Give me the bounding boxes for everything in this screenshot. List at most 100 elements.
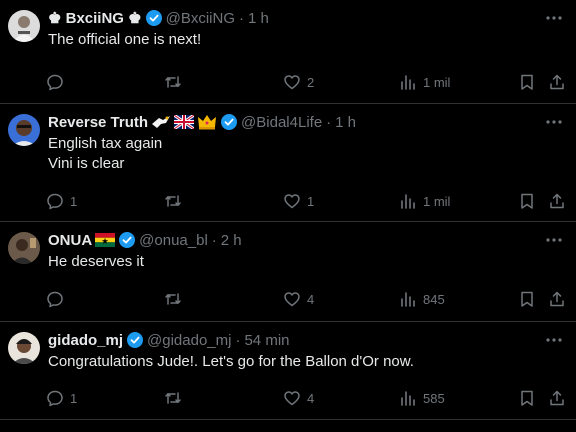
- eagle-emoji-icon: [151, 114, 171, 130]
- tweet-line: Congratulations Jude!. Let's go for the …: [48, 353, 414, 370]
- retweet-button[interactable]: [164, 72, 188, 92]
- separator-dot: ·: [239, 9, 244, 27]
- union-jack-flag-icon: [174, 115, 195, 129]
- heart-icon: [284, 292, 300, 307]
- display-name[interactable]: Reverse Truth: [48, 114, 148, 131]
- verified-badge-icon: [119, 232, 136, 248]
- reply-button[interactable]: 1: [46, 388, 77, 408]
- user-handle[interactable]: @onua_bl: [139, 232, 208, 249]
- retweet-icon: [165, 76, 181, 88]
- share-icon: [550, 390, 564, 406]
- avatar[interactable]: [8, 10, 40, 42]
- like-button[interactable]: 4: [283, 388, 314, 408]
- like-button[interactable]: 2: [283, 72, 314, 92]
- bookmark-icon: [521, 390, 533, 406]
- views-chart-icon: [401, 292, 415, 307]
- share-icon: [550, 193, 564, 209]
- action-bar: 4 845: [46, 289, 566, 309]
- view-count: 845: [423, 291, 445, 307]
- bookmark-icon: [521, 291, 533, 307]
- retweet-button[interactable]: [164, 289, 188, 309]
- action-bar: 2 1 mil: [46, 72, 566, 92]
- reply-feed: ♚ BxciiNG ♚ @BxciiNG · 1 h The official …: [0, 0, 576, 432]
- display-name[interactable]: ONUA: [48, 232, 92, 249]
- tweet[interactable]: ♚ BxciiNG ♚ @BxciiNG · 1 h The official …: [0, 0, 576, 104]
- timestamp[interactable]: 1 h: [248, 10, 269, 27]
- timestamp[interactable]: 54 min: [244, 332, 289, 349]
- tweet[interactable]: ONUA @onua_bl · 2 h He deserves it 4 845: [0, 222, 576, 322]
- avatar[interactable]: [8, 232, 40, 264]
- view-count: 585: [423, 390, 445, 406]
- reply-count: 1: [70, 390, 78, 406]
- heart-icon: [284, 194, 300, 209]
- more-options-icon[interactable]: [544, 114, 564, 130]
- like-count: 4: [307, 390, 315, 406]
- more-options-icon[interactable]: [544, 10, 564, 26]
- reply-icon: [47, 390, 63, 407]
- views-button[interactable]: 1 mil: [399, 72, 450, 92]
- bookmark-button[interactable]: [518, 191, 536, 211]
- tweet-line: He deserves it: [48, 253, 144, 270]
- share-button[interactable]: [548, 72, 566, 92]
- share-icon: [550, 74, 564, 90]
- user-handle[interactable]: @gidado_mj: [147, 332, 231, 349]
- like-button[interactable]: 1: [283, 191, 314, 211]
- share-button[interactable]: [548, 388, 566, 408]
- timestamp[interactable]: 1 h: [335, 114, 356, 131]
- tweet-line: Vini is clear: [48, 155, 125, 172]
- tweet-line: The official one is next!: [48, 31, 202, 48]
- bookmark-button[interactable]: [518, 289, 536, 309]
- verified-badge-icon: [145, 10, 162, 26]
- tweet-text: The official one is next!: [48, 30, 556, 50]
- bookmark-button[interactable]: [518, 388, 536, 408]
- user-handle[interactable]: @Bidal4Life: [241, 114, 322, 131]
- heart-icon: [284, 75, 300, 90]
- avatar[interactable]: [8, 332, 40, 364]
- views-chart-icon: [401, 391, 415, 406]
- tweet-text: English tax again Vini is clear: [48, 134, 556, 174]
- user-handle[interactable]: @BxciiNG: [166, 10, 235, 27]
- display-name[interactable]: gidado_mj: [48, 332, 123, 349]
- reply-button[interactable]: [46, 289, 70, 309]
- like-count: 4: [307, 291, 315, 307]
- views-button[interactable]: 585: [399, 388, 445, 408]
- separator-dot: ·: [326, 113, 332, 131]
- separator-dot: ·: [235, 331, 241, 349]
- views-chart-icon: [401, 75, 415, 90]
- action-bar: 1 1 1 mil: [46, 191, 566, 211]
- retweet-button[interactable]: [164, 388, 188, 408]
- share-icon: [550, 291, 564, 307]
- reply-icon: [47, 74, 63, 91]
- more-options-icon[interactable]: [544, 332, 564, 348]
- tweet-text: Congratulations Jude!. Let's go for the …: [48, 352, 556, 372]
- views-button[interactable]: 1 mil: [399, 191, 450, 211]
- reply-count: 1: [70, 193, 78, 209]
- avatar[interactable]: [8, 114, 40, 146]
- reply-button[interactable]: [46, 72, 70, 92]
- view-count: 1 mil: [423, 193, 451, 209]
- retweet-button[interactable]: [164, 191, 188, 211]
- bookmark-icon: [521, 193, 533, 209]
- display-name[interactable]: ♚ BxciiNG ♚: [48, 9, 142, 27]
- tweet-line: English tax again: [48, 135, 163, 152]
- tweet-text: He deserves it: [48, 252, 556, 272]
- share-button[interactable]: [548, 289, 566, 309]
- reply-button[interactable]: 1: [46, 191, 77, 211]
- verified-badge-icon: [127, 332, 144, 348]
- more-options-icon[interactable]: [544, 232, 564, 248]
- like-count: 1: [307, 193, 315, 209]
- action-bar: 1 4 585: [46, 388, 566, 408]
- ghana-flag-icon: [95, 233, 116, 247]
- share-button[interactable]: [548, 191, 566, 211]
- reply-icon: [47, 291, 63, 308]
- separator-dot: ·: [211, 231, 217, 249]
- like-button[interactable]: 4: [283, 289, 314, 309]
- crown-emoji-icon: [197, 114, 217, 130]
- tweet[interactable]: Reverse Truth @Bidal4Life · 1 h English …: [0, 104, 576, 222]
- views-button[interactable]: 845: [399, 289, 445, 309]
- timestamp[interactable]: 2 h: [221, 232, 242, 249]
- bookmark-button[interactable]: [518, 72, 536, 92]
- view-count: 1 mil: [423, 74, 451, 90]
- verified-badge-icon: [221, 114, 238, 130]
- tweet[interactable]: gidado_mj @gidado_mj · 54 min Congratula…: [0, 322, 576, 420]
